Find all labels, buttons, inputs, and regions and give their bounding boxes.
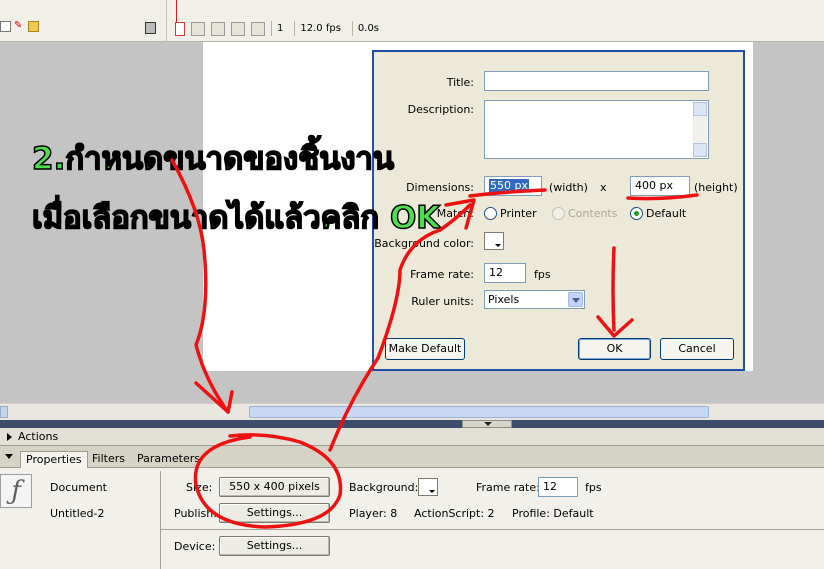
profile: Profile: Default [512,507,594,520]
ruler-units-value: Pixels [488,293,520,306]
doc-name: Untitled-2 [50,507,105,520]
frame-rate-input[interactable]: 12 [538,477,578,497]
width-input[interactable]: 550 px [484,176,542,196]
device-label: Device: [174,540,216,553]
description-textarea[interactable] [484,100,709,159]
tab-parameters[interactable]: Parameters [132,451,205,468]
device-settings-button[interactable]: Settings... [219,536,330,556]
dialog-fps-unit: fps [534,268,551,281]
publish-settings-button[interactable]: Settings... [219,503,330,523]
dropdown-arrow-icon[interactable] [568,292,583,307]
elapsed-time: 0.0s [351,21,384,36]
height-input[interactable]: 400 px [630,176,690,196]
layer-tools: ✎ [0,21,39,32]
flash-document-icon: ƒ [0,474,32,508]
match-contents-radio [552,207,565,220]
cancel-button[interactable]: Cancel [660,338,734,360]
ruler-units-label: Ruler units: [411,295,474,308]
expand-arrow-icon [7,433,12,441]
scroll-thumb[interactable] [249,406,709,418]
frame-rate-readout: 12.0 fps [294,21,346,36]
player-version: Player: 8 [349,507,398,520]
match-printer-radio[interactable] [484,207,497,220]
annotation-line-2: เมื่อเลือกขนาดได้แล้วคลิก OK [31,199,441,237]
actionscript-version: ActionScript: 2 [414,507,495,520]
collapse-panel-button[interactable] [462,420,512,428]
doc-type: Document [50,481,107,494]
match-default-radio[interactable] [630,207,643,220]
match-contents-label: Contents [568,207,618,220]
background-label: Background: [349,481,419,494]
size-button[interactable]: 550 x 400 pixels [219,477,330,497]
add-guide-icon[interactable]: ✎ [14,21,25,32]
add-layer-icon[interactable] [0,21,11,32]
onion-skin-icon[interactable] [191,21,205,36]
center-frame-icon[interactable] [175,21,185,36]
timeline-panel: ✎ 1 12.0 fps 0.0s [0,0,824,42]
title-label: Title: [446,76,474,89]
panel-collapse-bar [0,420,824,428]
size-label: Size: [186,481,213,494]
make-default-button[interactable]: Make Default [385,338,465,360]
annotation-line-1: 2.กำหนดขนาดของชิ้นงาน [31,140,395,178]
times-sign: x [600,181,607,194]
horizontal-scrollbar[interactable] [0,403,824,420]
timeline-divider [166,0,167,42]
fps-unit: fps [585,481,602,494]
divider [160,529,824,530]
scroll-down-icon[interactable] [693,143,707,157]
timeline-toolbar: 1 12.0 fps 0.0s [175,21,384,36]
scroll-up-icon[interactable] [693,102,707,116]
modify-onion-markers-icon[interactable] [251,21,265,36]
ok-button[interactable]: OK [578,338,651,360]
ruler-units-select[interactable]: Pixels [484,290,585,309]
frame-rate-label: Frame rate: [476,481,540,494]
divider [160,471,161,569]
textarea-scrollbar[interactable] [693,102,707,157]
match-printer-label: Printer [500,207,537,220]
background-color-swatch[interactable] [418,478,438,496]
trash-icon[interactable] [145,22,156,34]
match-default-label: Default [646,207,687,220]
publish-label: Publish: [174,507,217,520]
scroll-left-button[interactable] [0,406,8,418]
title-input[interactable] [484,71,709,91]
tab-properties[interactable]: Properties [20,451,88,468]
playhead[interactable] [176,0,177,22]
add-folder-icon[interactable] [28,21,39,32]
dialog-frame-rate-input[interactable]: 12 [484,263,526,283]
description-label: Description: [407,103,474,116]
width-suffix: (width) [549,181,588,194]
actions-label: Actions [18,430,59,443]
onion-outline-icon[interactable] [211,21,225,36]
edit-multiple-frames-icon[interactable] [231,21,245,36]
frame-rate-label: Frame rate: [410,268,474,281]
workspace-right [753,42,824,404]
height-suffix: (height) [694,181,738,194]
dialog-background-swatch[interactable] [484,232,504,250]
collapse-arrow-icon[interactable] [5,454,13,459]
width-value: 550 px [489,179,529,192]
match-label: Match: [436,207,474,220]
properties-panel-header: Properties Filters Parameters [0,446,824,468]
current-frame: 1 [271,21,288,36]
tab-filters[interactable]: Filters [87,451,130,468]
actions-panel-header[interactable]: Actions [0,428,824,446]
